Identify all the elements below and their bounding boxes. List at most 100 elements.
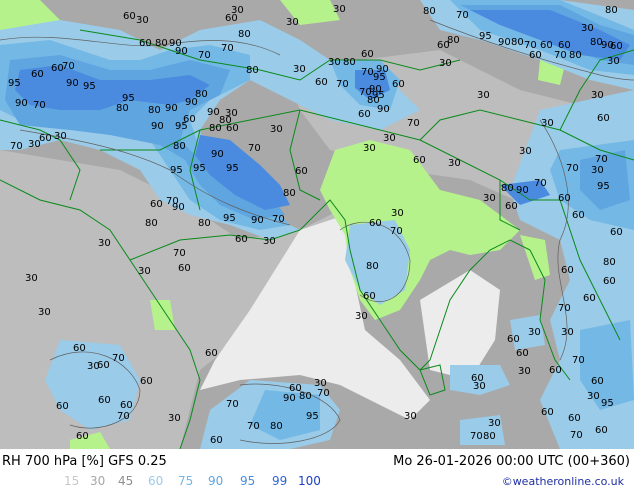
contour-label: 90 [207, 107, 220, 118]
contour-label: 70 [336, 79, 349, 90]
contour-label: 60 [178, 263, 191, 274]
contour-label: 60 [595, 425, 608, 436]
contour-label: 60 [225, 13, 238, 24]
contour-label: 70 [221, 43, 234, 54]
contour-label: 80 [155, 38, 168, 49]
contour-label: 60 [51, 63, 64, 74]
contour-label: 95 [479, 31, 492, 42]
contour-label: 60 [505, 201, 518, 212]
contour-label: 95 [83, 81, 96, 92]
contour-label: 70 [470, 431, 483, 442]
contour-label: 80 [270, 421, 283, 432]
legend-item-99: 99 [272, 474, 288, 488]
contour-label: 70 [570, 430, 583, 441]
contour-label: 80 [198, 218, 211, 229]
contour-label: 60 [39, 133, 52, 144]
contour-label: 30 [98, 238, 111, 249]
legend-item-95: 95 [240, 474, 256, 488]
contour-label: 60 [610, 41, 623, 52]
contour-label: 80 [299, 391, 312, 402]
contour-label: 30 [561, 327, 574, 338]
contour-label: 70 [534, 178, 547, 189]
contour-label: 30 [581, 23, 594, 34]
contour-label: 60 [583, 293, 596, 304]
contour-label: 70 [361, 67, 374, 78]
contour-label: 90 [66, 78, 79, 89]
contour-label: 80 [116, 103, 129, 114]
contour-label: 80 [343, 57, 356, 68]
contour-label: 70 [456, 10, 469, 21]
contour-label: 80 [209, 123, 222, 134]
contour-label: 30 [519, 146, 532, 157]
contour-label: 60 [540, 40, 553, 51]
contour-label: 95 [373, 72, 386, 83]
contour-label: 60 [235, 234, 248, 245]
contour-label: 30 [136, 15, 149, 26]
contour-label: 30 [28, 139, 41, 150]
contour-label: 30 [528, 327, 541, 338]
contour-label: 30 [328, 57, 341, 68]
contour-label: 60 [549, 365, 562, 376]
contour-label: 80 [569, 50, 582, 61]
contour-label: 60 [120, 400, 133, 411]
contour-label: 60 [73, 343, 86, 354]
contour-label: 30 [391, 208, 404, 219]
contour-label: 30 [439, 58, 452, 69]
contour-label: 30 [607, 56, 620, 67]
contour-label: 30 [225, 108, 238, 119]
contour-label: 30 [38, 307, 51, 318]
contour-label: 30 [138, 266, 151, 277]
contour-label: 70 [566, 163, 579, 174]
map-title: RH 700 hPa [%] GFS 0.25 [2, 454, 167, 469]
contour-label: 60 [76, 431, 89, 442]
contour-label: 70 [33, 100, 46, 111]
contour-label: 60 [363, 291, 376, 302]
contour-label: 30 [54, 131, 67, 142]
contour-label: 60 [31, 69, 44, 80]
contour-label: 30 [363, 143, 376, 154]
contour-label: 95 [223, 213, 236, 224]
contour-label: 30 [473, 381, 486, 392]
contour-label: 90 [175, 46, 188, 57]
contour-label: 80 [173, 141, 186, 152]
contour-label: 60 [98, 395, 111, 406]
contour-label: 60 [392, 79, 405, 90]
contour-label: 60 [568, 413, 581, 424]
contour-label: 80 [366, 261, 379, 272]
contour-label: 90 [151, 121, 164, 132]
contour-label: 60 [516, 348, 529, 359]
contour-label: 80 [501, 183, 514, 194]
contour-label: 30 [25, 273, 38, 284]
contour-label: 95 [597, 181, 610, 192]
legend-item-90: 90 [208, 474, 224, 488]
contour-label: 90 [251, 215, 264, 226]
contour-label: 30 [541, 118, 554, 129]
contour-label: 70 [407, 118, 420, 129]
legend-item-100: 100 [298, 474, 321, 488]
contour-label: 60 [541, 407, 554, 418]
contour-label: 90 [172, 202, 185, 213]
contour-label: 30 [477, 90, 490, 101]
contour-label: 60 [572, 210, 585, 221]
contour-label: 80 [148, 105, 161, 116]
contour-label: 30 [587, 391, 600, 402]
contour-label: 60 [205, 348, 218, 359]
contour-label: 95 [175, 121, 188, 132]
legend-item-30: 30 [90, 474, 106, 488]
contour-label: 90 [516, 185, 529, 196]
contour-label: 60 [610, 227, 623, 238]
contour-label: 60 [315, 77, 328, 88]
contour-label: 30 [518, 366, 531, 377]
contour-label: 80 [603, 257, 616, 268]
contour-label: 80 [238, 29, 251, 40]
contour-label: 95 [8, 78, 21, 89]
contour-label: 60 [358, 109, 371, 120]
contour-label: 70 [112, 353, 125, 364]
contour-label: 90 [15, 98, 28, 109]
credit-link[interactable]: ©weatheronline.co.uk [502, 475, 624, 488]
contour-label: 95 [170, 165, 183, 176]
contour-label: 30 [270, 124, 283, 135]
contour-label: 70 [10, 141, 23, 152]
contour-label: 60 [56, 401, 69, 412]
contour-label: 80 [447, 35, 460, 46]
